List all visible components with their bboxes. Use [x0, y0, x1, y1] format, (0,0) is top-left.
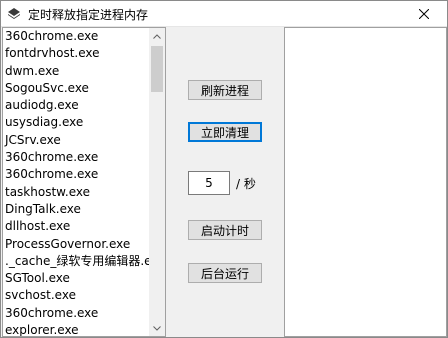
list-item[interactable]: 360chrome.exe [3, 305, 149, 322]
clean-now-button[interactable]: 立即清理 [188, 122, 262, 142]
list-item[interactable]: dwm.exe [3, 63, 149, 80]
output-panel [284, 27, 447, 337]
list-item[interactable]: ._cache_绿软专用编辑器.ex [3, 253, 149, 270]
window-title: 定时释放指定进程内存 [28, 8, 149, 22]
list-item[interactable]: audiodg.exe [3, 97, 149, 114]
list-item[interactable]: taskhostw.exe [3, 184, 149, 201]
title-bar[interactable]: 定时释放指定进程内存 [1, 1, 447, 27]
list-item[interactable]: fontdrvhost.exe [3, 45, 149, 62]
list-item[interactable]: dllhost.exe [3, 218, 149, 235]
list-item[interactable]: 360chrome.exe [3, 149, 149, 166]
main-window: 定时释放指定进程内存 360chrome.exe fontdrvhost.exe d… [0, 0, 448, 338]
app-icon [8, 8, 20, 19]
scroll-down-button[interactable] [149, 320, 165, 336]
refresh-process-button[interactable]: 刷新进程 [188, 80, 262, 100]
close-icon [419, 8, 429, 19]
chevron-up-icon [153, 33, 161, 39]
list-item[interactable]: 360chrome.exe [3, 166, 149, 183]
chevron-down-icon [153, 325, 161, 331]
list-item[interactable]: SGTool.exe [3, 270, 149, 287]
interval-seconds-input[interactable]: 5 [188, 171, 230, 195]
close-button[interactable] [401, 1, 447, 26]
background-run-button[interactable]: 后台运行 [188, 263, 262, 283]
vertical-scrollbar[interactable] [149, 28, 165, 336]
list-item[interactable]: SogouSvc.exe [3, 80, 149, 97]
list-item[interactable]: svchost.exe [3, 287, 149, 304]
list-item[interactable]: DingTalk.exe [3, 201, 149, 218]
list-item[interactable]: usysdiag.exe [3, 114, 149, 131]
scroll-up-button[interactable] [149, 28, 165, 44]
scroll-thumb[interactable] [151, 46, 163, 92]
seconds-label: / 秒 [236, 177, 256, 191]
list-item[interactable]: explorer.exe [3, 322, 149, 336]
start-timer-button[interactable]: 启动计时 [188, 220, 262, 240]
process-listbox[interactable]: 360chrome.exe fontdrvhost.exe dwm.exe Sogou… [2, 27, 166, 337]
list-item[interactable]: JCSrv.exe [3, 132, 149, 149]
list-item[interactable]: ProcessGovernor.exe [3, 236, 149, 253]
list-item[interactable]: 360chrome.exe [3, 28, 149, 45]
process-list: 360chrome.exe fontdrvhost.exe dwm.exe Sogou… [3, 28, 149, 336]
